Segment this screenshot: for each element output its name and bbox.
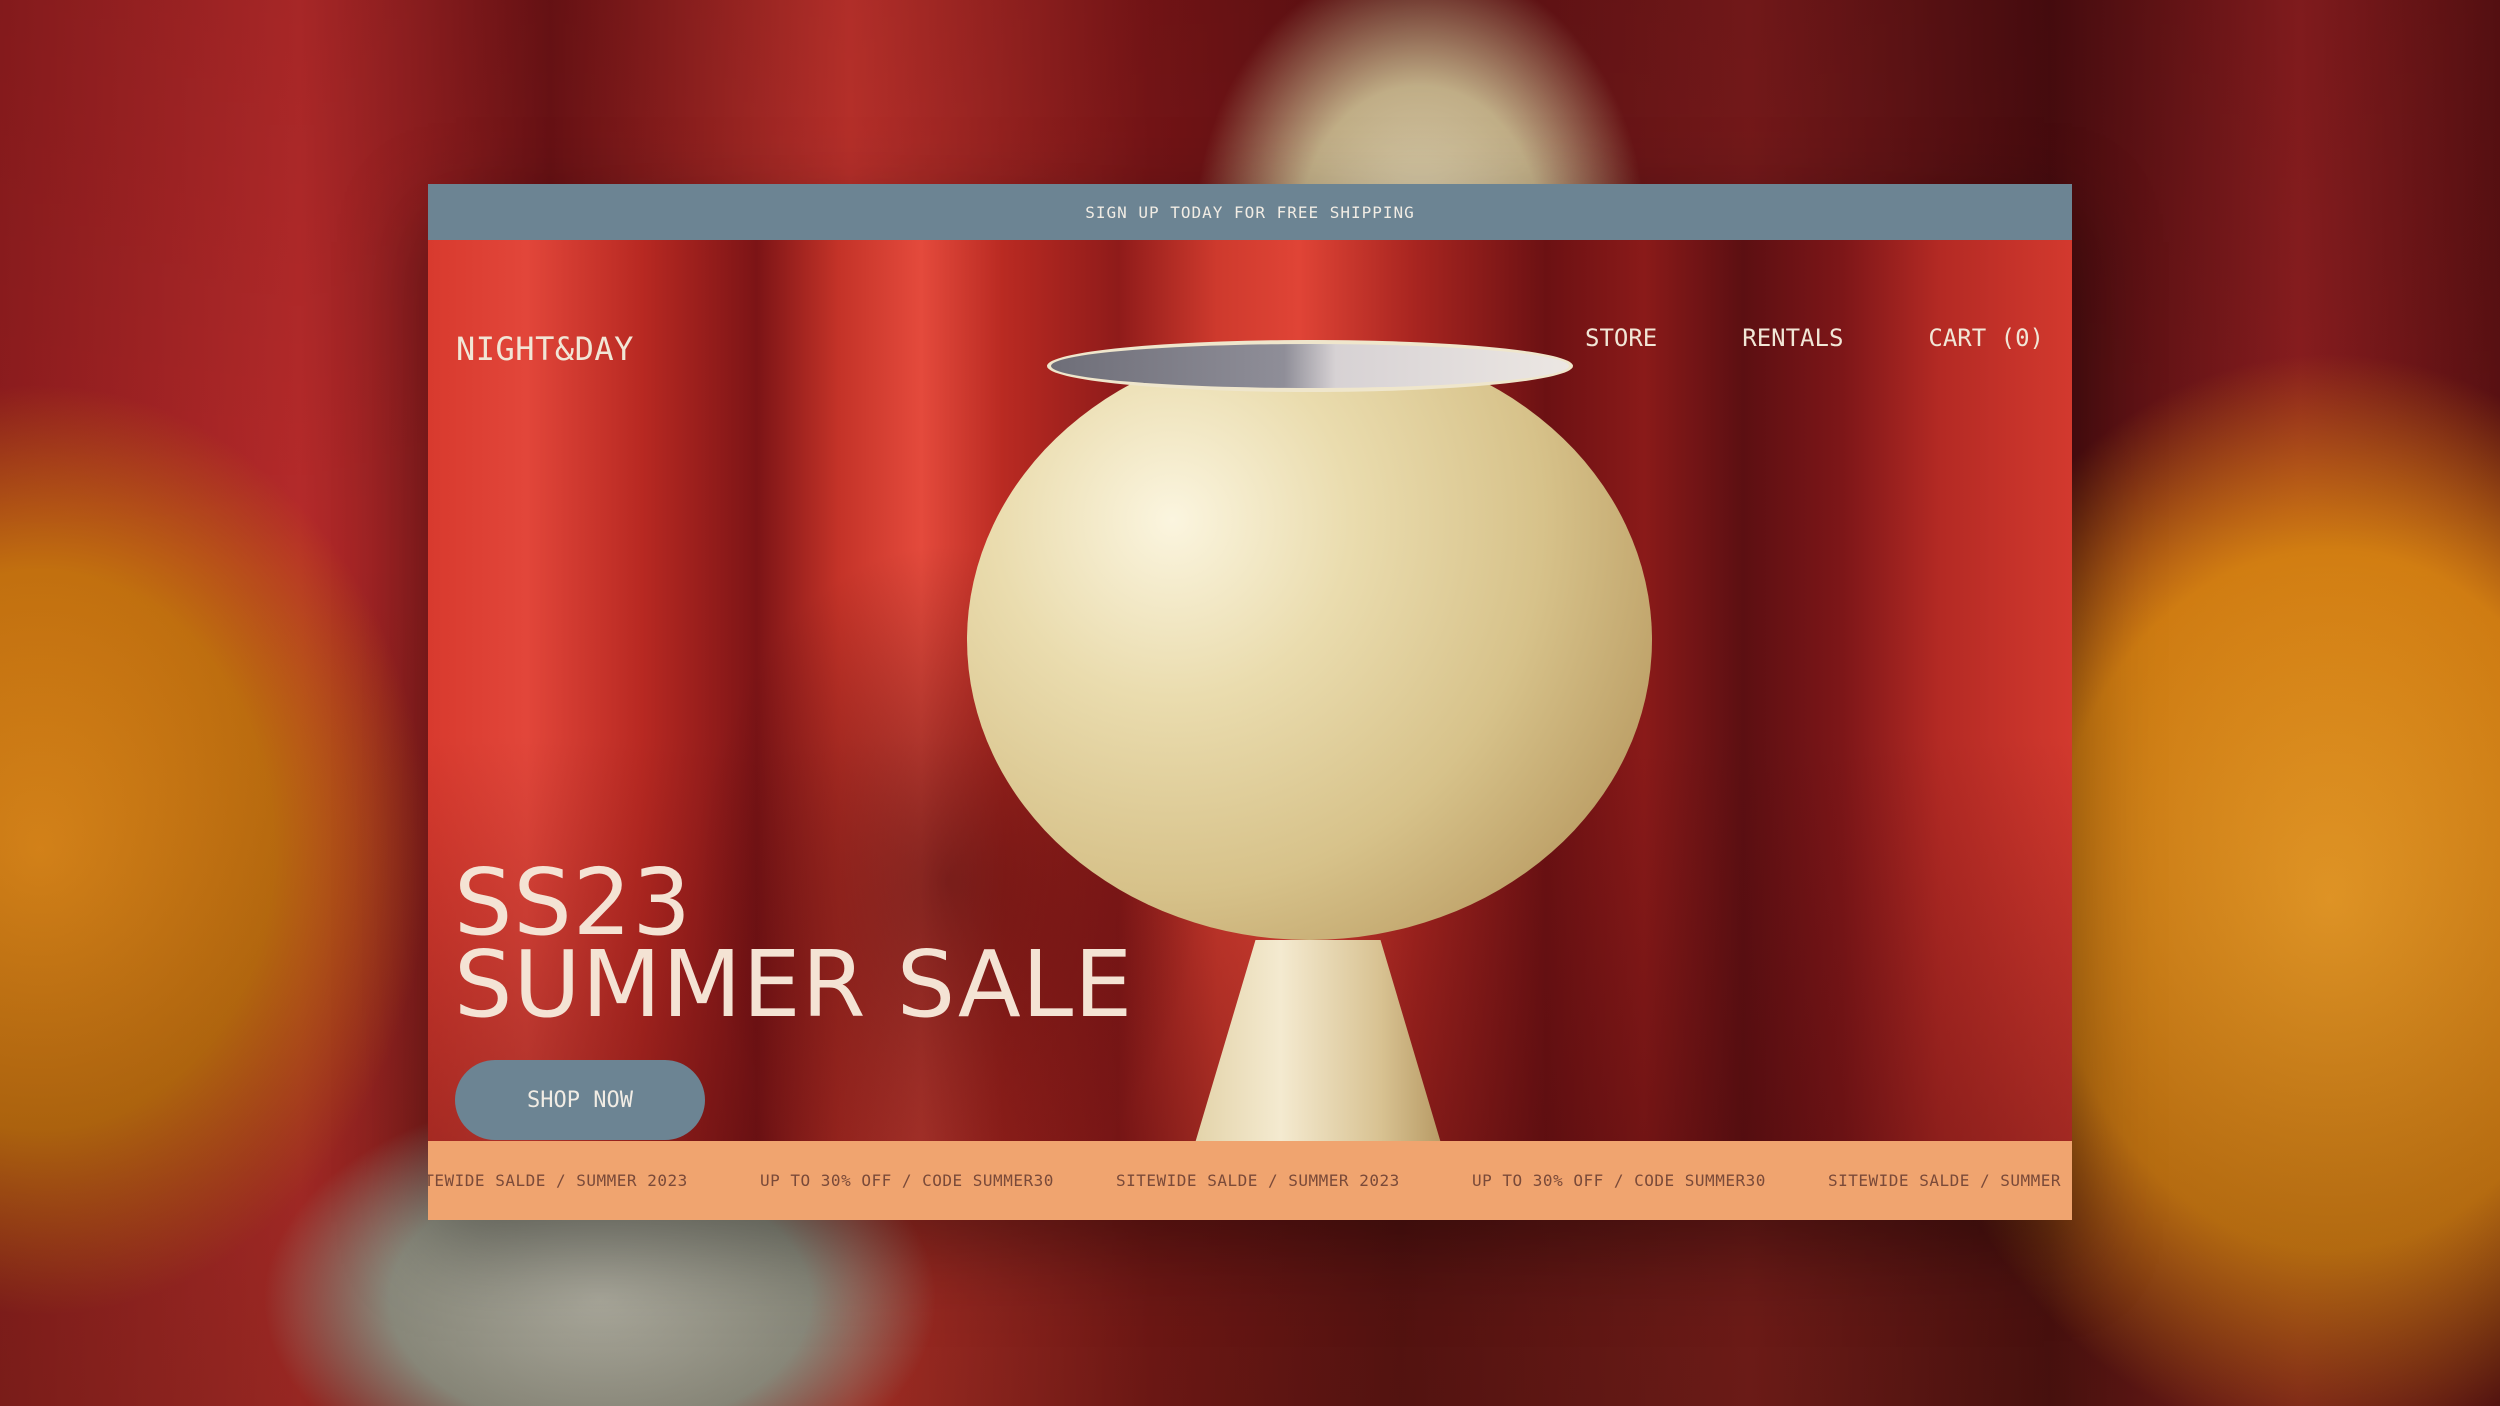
announcement-text: SIGN UP TODAY FOR FREE SHIPPING [1085, 202, 1415, 222]
announcement-bar: SIGN UP TODAY FOR FREE SHIPPING [428, 184, 2072, 240]
ticker-item: SITEWIDE SALDE / SUMMER 2023 [428, 1171, 688, 1190]
background-photo: SIGN UP TODAY FOR FREE SHIPPING NIGHT&DA… [0, 0, 2500, 1406]
shop-now-button[interactable]: SHOP NOW [455, 1060, 705, 1140]
nav-cart-link[interactable]: CART (0) [1928, 324, 2044, 352]
hero-headline-line2: SUMMER SALE [454, 931, 1134, 1038]
ticker-item: UP TO 30% OFF / CODE SUMMER30 [760, 1171, 1054, 1190]
ticker-item: UP TO 30% OFF / CODE SUMMER30 [1472, 1171, 1766, 1190]
ticker-item: SITEWIDE SALDE / SUMMER 2023 [1828, 1171, 2072, 1190]
nav-store-link[interactable]: STORE [1585, 324, 1657, 352]
promo-ticker: SITEWIDE SALDE / SUMMER 2023 UP TO 30% O… [428, 1141, 2072, 1220]
brand-logo[interactable]: NIGHT&DAY [456, 330, 634, 368]
hero-section: NIGHT&DAY STORE RENTALS CART (0) SS23 SU… [428, 240, 2072, 1141]
main-nav: STORE RENTALS CART (0) [1585, 324, 2044, 352]
ticker-track: SITEWIDE SALDE / SUMMER 2023 UP TO 30% O… [428, 1141, 2072, 1220]
nav-rentals-link[interactable]: RENTALS [1742, 324, 1843, 352]
vessel-rim-image [1047, 340, 1573, 392]
vessel-bowl-image [967, 340, 1652, 940]
ticker-item: SITEWIDE SALDE / SUMMER 2023 [1116, 1171, 1400, 1190]
website-preview: SIGN UP TODAY FOR FREE SHIPPING NIGHT&DA… [428, 184, 2072, 1220]
hero-headline: SS23 SUMMER SALE [454, 857, 1134, 1038]
